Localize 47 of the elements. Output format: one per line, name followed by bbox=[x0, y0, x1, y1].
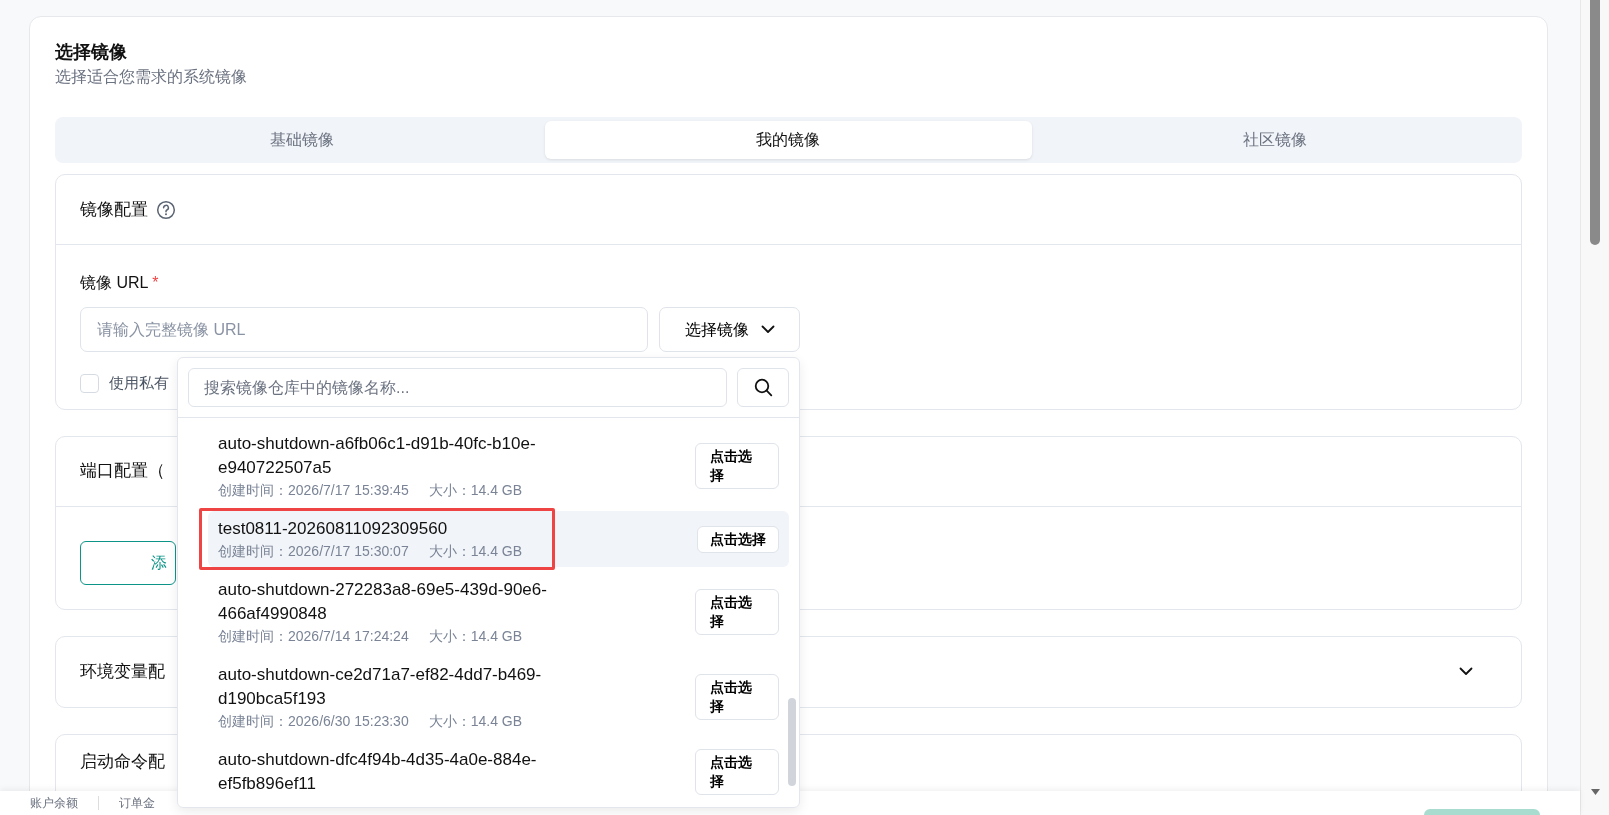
select-button[interactable]: 点击选择 bbox=[697, 525, 779, 553]
image-list-item[interactable]: auto-shutdown-272283a8-69e5-439d-90e6-466af4990848 创建时间：2026/7/14 17:24:24 大小：14.4 GB 点击选择 bbox=[208, 572, 789, 652]
select-button[interactable]: 点击选择 bbox=[695, 443, 779, 489]
select-image-button[interactable]: 选择镜像 bbox=[659, 307, 800, 352]
created-time: 创建时间：2026/7/14 17:24:24 bbox=[218, 627, 409, 646]
search-button[interactable] bbox=[737, 368, 789, 407]
image-list-item[interactable]: auto-shutdown-a6fb06c1-d91b-40fc-b10e-e940722507a5 创建时间：2026/7/17 15:39:45 大小：14.4 GB 点击选择 bbox=[208, 426, 789, 506]
image-list-item[interactable]: auto-shutdown-dfc4f94b-4d35-4a0e-884e-ef5fb896ef11 点击选择 bbox=[208, 742, 789, 802]
select-button[interactable]: 点击选择 bbox=[695, 674, 779, 720]
select-button[interactable]: 点击选择 bbox=[695, 589, 779, 635]
section-subtitle: 选择适合您需求的系统镜像 bbox=[55, 67, 248, 87]
scrollbar-thumb[interactable] bbox=[788, 698, 796, 786]
created-time: 创建时间：2026/7/17 15:30:07 bbox=[218, 542, 409, 561]
url-input[interactable]: 请输入完整镜像 URL bbox=[80, 307, 648, 352]
chevron-down-icon bbox=[760, 325, 775, 334]
image-name: auto-shutdown-dfc4f94b-4d35-4a0e-884e-ef5fb896ef11 bbox=[218, 749, 538, 795]
field-label: 镜像 URL * bbox=[80, 273, 160, 293]
checkbox[interactable] bbox=[80, 373, 99, 393]
footer-label: 订单金 bbox=[98, 796, 175, 810]
tab[interactable]: 社区镜像 bbox=[1031, 121, 1518, 159]
created-time: 创建时间：2026/7/17 15:39:45 bbox=[218, 481, 409, 500]
image-size: 大小：14.4 GB bbox=[428, 712, 523, 731]
checkbox-label: 使用私有 bbox=[109, 373, 169, 393]
image-name: auto-shutdown-272283a8-69e5-439d-90e6-466af4990848 bbox=[218, 579, 548, 625]
card-title: 环境变量配 bbox=[80, 660, 165, 683]
image-size: 大小：14.4 GB bbox=[428, 481, 523, 500]
footer-label: 账户余额 bbox=[30, 796, 79, 810]
image-size: 大小：14.4 GB bbox=[428, 627, 523, 646]
tab[interactable]: 基础镜像 bbox=[59, 121, 546, 159]
card-title: 启动命令配 bbox=[80, 750, 165, 773]
scroll-down-icon[interactable] bbox=[1590, 789, 1600, 795]
section-title: 选择镜像 bbox=[55, 41, 128, 64]
select-button[interactable]: 点击选择 bbox=[695, 749, 779, 795]
image-name: auto-shutdown-a6fb06c1-d91b-40fc-b10e-e940722507a5 bbox=[218, 433, 537, 479]
image-name: auto-shutdown-ce2d71a7-ef82-4dd7-b469-d190bca5f193 bbox=[218, 664, 543, 710]
help-icon[interactable] bbox=[156, 199, 176, 220]
add-button[interactable]: 添 bbox=[80, 540, 176, 585]
image-name: test0811-20260811092309560 bbox=[218, 518, 449, 540]
search-field[interactable]: 搜索镜像仓库中的镜像名称... bbox=[188, 368, 727, 407]
image-size: 大小：14.4 GB bbox=[428, 542, 523, 561]
scrollbar-thumb[interactable] bbox=[1590, 0, 1600, 245]
tab[interactable]: 我的镜像 bbox=[545, 121, 1032, 159]
created-time: 创建时间：2026/6/30 15:23:30 bbox=[218, 712, 409, 731]
search-icon bbox=[753, 378, 773, 397]
card-title: 端口配置（ bbox=[80, 460, 165, 483]
card-title: 镜像配置 bbox=[80, 198, 148, 221]
image-list-item[interactable]: auto-shutdown-ce2d71a7-ef82-4dd7-b469-d190bca5f193 创建时间：2026/6/30 15:23:30 大小：14.4 GB 点击选择 bbox=[208, 657, 789, 737]
